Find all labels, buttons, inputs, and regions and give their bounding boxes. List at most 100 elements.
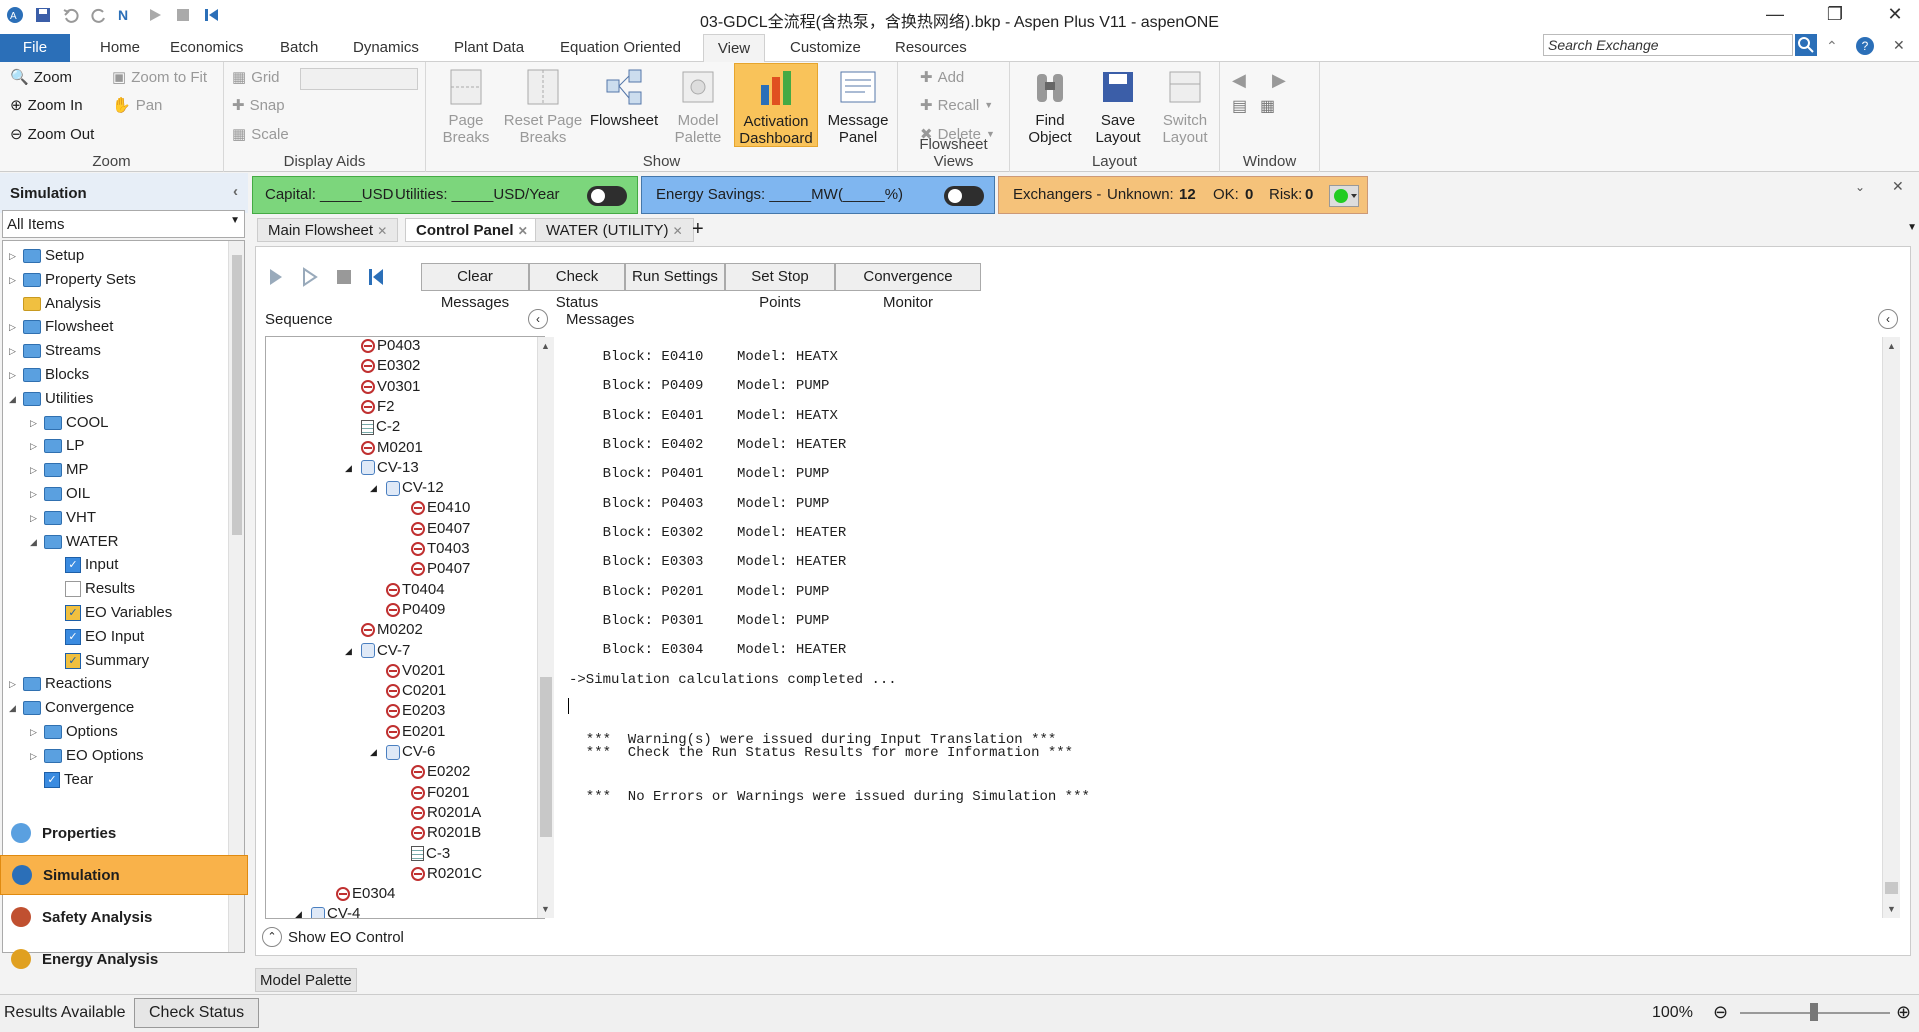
chevron-down-icon[interactable]: ⌄ [1855,180,1865,194]
sequence-item[interactable]: E0202 [411,762,470,782]
tree-item[interactable]: ▷ Blocks [9,364,89,386]
tree-item[interactable]: ▷ Streams [9,340,101,362]
reset-page-breaks-button[interactable]: Reset Page Breaks [502,66,584,146]
check-status-button[interactable]: Check Status [134,998,260,1028]
expand-icon[interactable]: ▷ [30,435,40,457]
tree-item[interactable]: ▷ Setup [9,245,84,267]
nav-simulation[interactable]: Simulation [0,855,248,895]
stop-icon[interactable] [336,269,352,285]
tree-item[interactable]: Results [51,578,135,600]
set-stop-points-button[interactable]: Set Stop Points [725,263,835,311]
close-icon[interactable]: ✕ [377,224,387,238]
sequence-item[interactable]: ◢ CV-4 [295,904,360,918]
zoom-in-icon[interactable]: ⊕ [1896,1002,1911,1023]
nav-energy-analysis[interactable]: Energy Analysis [0,939,248,979]
reset-icon[interactable] [368,267,384,287]
tree-item[interactable]: ▷ Flowsheet [9,316,113,338]
tree-item[interactable]: Analysis [9,293,101,315]
tab-view[interactable]: View [703,34,765,62]
expand-icon[interactable]: ▷ [30,507,40,529]
expand-icon[interactable]: ▷ [30,745,40,767]
zoom-to-fit-button[interactable]: ▣ Zoom to Fit [112,68,207,87]
collapse-icon[interactable]: ‹ [233,183,238,200]
grid-size-dropdown[interactable] [300,68,418,90]
sequence-item[interactable]: E0407 [411,519,470,539]
help-icon[interactable]: ? [1856,37,1874,55]
tree-item[interactable]: ▷ Property Sets [9,269,136,291]
sequence-item[interactable]: ◢ CV-12 [370,478,444,498]
sequence-scrollbar[interactable]: ▲ ▼ [537,337,554,918]
nav-properties[interactable]: Properties [0,813,248,853]
sequence-item[interactable]: C0201 [386,681,446,701]
page-breaks-button[interactable]: Page Breaks [432,66,500,146]
tree-item[interactable]: ▷ Options [30,721,118,743]
messages-scrollbar[interactable]: ▲ ▼ [1882,337,1900,918]
tree-item[interactable]: ✓ Tear [30,769,93,791]
sequence-item[interactable]: C-3 [411,844,450,864]
tab-water-utility[interactable]: WATER (UTILITY) ✕ [535,218,694,242]
arrange-icon[interactable]: ▤ [1232,96,1247,116]
tree-item[interactable]: ▷ VHT [30,507,96,529]
expand-icon[interactable]: ▷ [9,340,19,362]
flowsheet-button[interactable]: Flowsheet [586,66,662,129]
pan-button[interactable]: ✋ Pan [112,96,162,115]
sequence-item[interactable]: R0201B [411,823,481,843]
clear-messages-button[interactable]: Clear Messages [421,263,529,311]
sequence-item[interactable]: P0407 [411,559,470,579]
tab-economics[interactable]: Economics [160,34,253,62]
tab-plant-data[interactable]: Plant Data [444,34,534,62]
sequence-item[interactable]: E0304 [336,884,395,904]
sequence-item[interactable]: F0201 [411,783,470,803]
save-layout-button[interactable]: Save Layout [1086,66,1150,146]
sequence-item[interactable]: E0410 [411,498,470,518]
search-icon[interactable] [1795,34,1817,56]
sequence-item[interactable]: T0403 [411,539,470,559]
scroll-up-icon[interactable]: ▲ [541,341,550,351]
scroll-thumb[interactable] [1885,882,1898,894]
collapse-icon[interactable]: ◢ [9,697,19,719]
scroll-down-icon[interactable]: ▼ [1887,904,1896,914]
collapse-icon[interactable]: ◢ [370,478,384,498]
scale-button[interactable]: ▦ Scale [232,125,289,144]
exchanger-status-icon[interactable] [1329,185,1359,207]
sequence-item[interactable]: C-2 [361,417,400,437]
expand-icon[interactable]: ▷ [9,269,19,291]
sequence-item[interactable]: R0201C [411,864,482,884]
expand-icon[interactable]: ▷ [9,316,19,338]
model-palette-tab[interactable]: Model Palette [255,968,357,992]
minimize-icon[interactable]: — [1761,4,1789,25]
sequence-item[interactable]: E0302 [361,356,420,376]
close-ribbon-icon[interactable]: ✕ [1893,37,1905,54]
collapse-icon[interactable]: ◢ [9,388,19,410]
grid-button[interactable]: ▦ Grid [232,68,280,87]
expand-icon[interactable]: ▷ [9,245,19,267]
zoom-button[interactable]: 🔍 Zoom [10,68,72,87]
back-icon[interactable]: ◀ [1232,70,1246,91]
collapse-icon[interactable]: ◢ [345,641,359,661]
tab-dynamics[interactable]: Dynamics [343,34,429,62]
collapse-icon[interactable]: ◢ [345,458,359,478]
sequence-item[interactable]: T0404 [386,580,445,600]
capital-toggle[interactable] [587,186,627,206]
search-exchange-input[interactable]: Search Exchange [1543,34,1793,56]
windows-icon[interactable]: ▦ [1260,96,1275,116]
snap-button[interactable]: ✚ Snap [232,96,285,115]
tab-file[interactable]: File [0,34,70,62]
show-eo-control-toggle[interactable]: ⌃ Show EO Control [262,927,404,947]
expand-icon[interactable]: ▷ [30,459,40,481]
collapse-icon[interactable]: ◢ [295,904,309,918]
switch-layout-button[interactable]: Switch Layout [1152,66,1218,146]
tree-item[interactable]: ▷ MP [30,459,89,481]
find-object-button[interactable]: Find Object [1016,66,1084,146]
sequence-item[interactable]: ◢ CV-6 [370,742,435,762]
tab-control-panel[interactable]: Control Panel ✕ [405,218,539,242]
maximize-icon[interactable]: ❐ [1821,4,1849,25]
tab-batch[interactable]: Batch [270,34,328,62]
tab-main-flowsheet[interactable]: Main Flowsheet ✕ [257,218,399,242]
close-icon[interactable]: ✕ [673,224,683,238]
expand-icon[interactable]: ▷ [9,673,19,695]
sequence-item[interactable]: E0201 [386,722,445,742]
step-icon[interactable] [302,267,318,287]
tree-item[interactable]: ✓ EO Variables [51,602,172,624]
tab-resources[interactable]: Resources [885,34,977,62]
